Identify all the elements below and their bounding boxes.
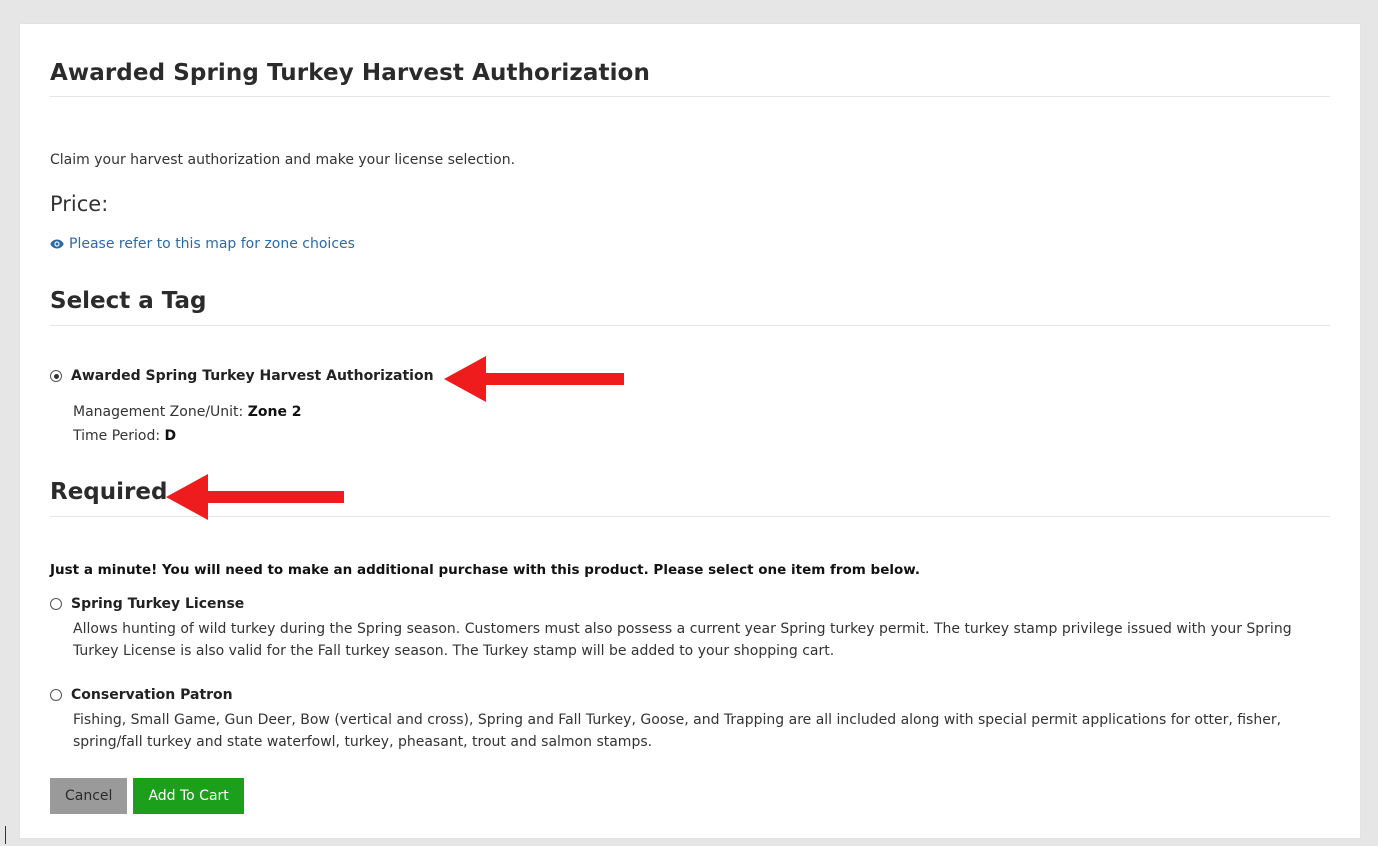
zone-detail: Management Zone/Unit: Zone 2 [73, 404, 302, 420]
spring-turkey-radio[interactable] [50, 598, 62, 610]
eye-icon [50, 239, 64, 249]
text-cursor-mark [5, 826, 6, 844]
product-panel: Awarded Spring Turkey Harvest Authorizat… [20, 24, 1360, 838]
period-label: Time Period: [73, 428, 161, 444]
additional-purchase-notice: Just a minute! You will need to make an … [50, 562, 921, 578]
period-value: D [164, 428, 177, 444]
tag-option-label: Awarded Spring Turkey Harvest Authorizat… [71, 368, 434, 384]
panel-content: Awarded Spring Turkey Harvest Authorizat… [50, 24, 1330, 838]
required-heading: Required [50, 479, 168, 505]
conservation-patron-label: Conservation Patron [71, 687, 233, 703]
zone-label: Management Zone/Unit: [73, 404, 244, 420]
zone-map-link[interactable]: Please refer to this map for zone choice… [50, 236, 355, 252]
annotation-arrow-tag [444, 356, 624, 402]
zone-map-link-text: Please refer to this map for zone choice… [69, 236, 355, 252]
page-title: Awarded Spring Turkey Harvest Authorizat… [50, 60, 650, 86]
intro-text: Claim your harvest authorization and mak… [50, 152, 516, 168]
license-option-conservation-patron[interactable]: Conservation Patron [50, 687, 233, 703]
conservation-patron-radio[interactable] [50, 689, 62, 701]
annotation-arrow-required [166, 474, 344, 520]
spring-turkey-label: Spring Turkey License [71, 596, 245, 612]
select-tag-heading: Select a Tag [50, 288, 207, 314]
tag-option-radio[interactable] [50, 370, 62, 382]
license-option-spring-turkey[interactable]: Spring Turkey License [50, 596, 244, 612]
spring-turkey-description: Allows hunting of wild turkey during the… [73, 621, 1292, 659]
action-buttons: Cancel Add To Cart [50, 778, 244, 814]
price-label: Price: [50, 192, 109, 216]
zone-value: Zone 2 [247, 404, 302, 420]
period-detail: Time Period: D [73, 428, 176, 444]
conservation-patron-description: Fishing, Small Game, Gun Deer, Bow (vert… [73, 712, 1282, 750]
add-to-cart-button[interactable]: Add To Cart [133, 778, 244, 814]
select-tag-divider [50, 325, 1330, 326]
title-divider [50, 96, 1330, 97]
cancel-button[interactable]: Cancel [50, 778, 128, 814]
tag-option-awarded[interactable]: Awarded Spring Turkey Harvest Authorizat… [50, 368, 434, 384]
